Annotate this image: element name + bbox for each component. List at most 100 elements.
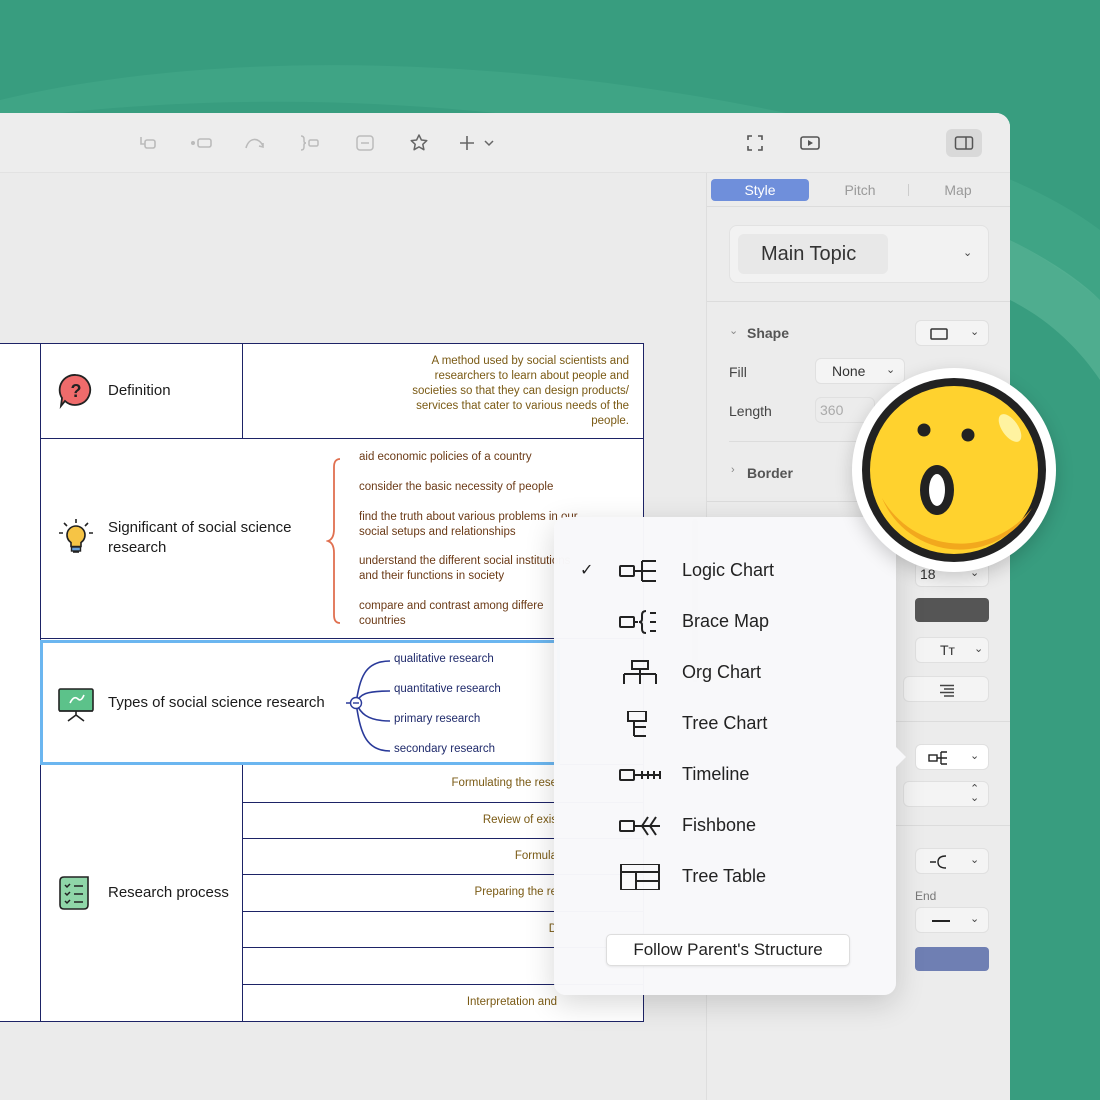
structure-menu: ✓ Logic Chart Brace Map Org Chart Tree C… <box>554 517 906 995</box>
line-end-select[interactable]: ⌄ <box>915 907 989 933</box>
topic-significant[interactable]: Significant of social science research <box>108 518 291 558</box>
logic-connector <box>346 660 391 752</box>
menu-item-label: Timeline <box>682 764 750 784</box>
topic-types[interactable]: Types of social science research <box>108 694 325 711</box>
menu-item-brace-map[interactable]: Brace Map <box>554 601 896 641</box>
chevron-right-icon[interactable]: › <box>731 464 735 476</box>
align-right-button[interactable] <box>903 676 989 702</box>
brace-connector <box>326 458 341 624</box>
tab-style[interactable]: Style <box>711 179 809 201</box>
structure-select[interactable]: ⌄ <box>915 744 989 770</box>
subtopic-secondary[interactable]: secondary research <box>394 743 495 755</box>
tree-table: ? Definition A method used by social sci… <box>0 343 644 1022</box>
popup-arrow <box>894 745 906 769</box>
topic-research-process[interactable]: Research process <box>108 884 229 901</box>
note-line: countries <box>359 615 406 627</box>
chevron-down-icon: ⌄ <box>970 750 980 762</box>
table-divider <box>242 343 243 439</box>
tab-map[interactable]: Map <box>909 179 1007 201</box>
topic-style-select[interactable]: Main Topic ⌄ <box>729 225 989 283</box>
topic-style-value: Main Topic <box>738 234 888 274</box>
align-right-icon <box>940 684 954 697</box>
branch-style-select[interactable]: ⌄ <box>915 848 989 874</box>
fishbone-icon <box>619 816 660 836</box>
menu-item-tree-chart[interactable]: Tree Chart <box>554 703 896 743</box>
subtopic-qualitative[interactable]: qualitative research <box>394 653 494 665</box>
spacing-stepper[interactable]: ⌃ ⌄ <box>903 781 989 807</box>
fullscreen-icon[interactable] <box>740 129 770 157</box>
list-item[interactable]: D <box>300 922 557 937</box>
menu-item-label: Logic Chart <box>682 560 775 580</box>
definition-note[interactable]: A method used by social scientists and r… <box>300 354 629 429</box>
topic-icon[interactable] <box>133 129 163 157</box>
org-chart-icon <box>623 660 657 684</box>
note-line: social setups and relationships <box>359 526 516 538</box>
tab-pitch[interactable]: Pitch <box>811 179 909 201</box>
note-line: researchers to learn about people and <box>434 370 629 382</box>
add-icon[interactable] <box>456 129 500 157</box>
lightbulb-icon <box>59 519 93 553</box>
menu-item-fishbone[interactable]: Fishbone <box>554 805 896 845</box>
menu-item-tree-table[interactable]: Tree Table <box>554 856 896 896</box>
list-item[interactable]: Interpretation and <box>300 995 557 1010</box>
chevron-down-icon: ⌄ <box>963 247 973 259</box>
list-item[interactable]: Review of exis <box>300 813 557 828</box>
relationship-icon[interactable] <box>240 129 270 157</box>
list-item[interactable]: Formulating the rese <box>300 776 557 791</box>
line-end-icon <box>932 920 950 922</box>
list-item[interactable]: Formula <box>300 849 557 864</box>
stepper-icon: ⌃ ⌄ <box>970 783 980 804</box>
summary-icon[interactable] <box>294 129 324 157</box>
timeline-icon <box>619 769 661 781</box>
note-line: and their functions in society <box>359 570 505 582</box>
length-value: 360 <box>820 402 844 418</box>
text-case-select[interactable]: Tт ⌄ <box>915 637 989 663</box>
panel-toggle-icon[interactable] <box>946 129 982 157</box>
chevron-down-icon[interactable]: ⌄ <box>729 324 738 337</box>
note-line: compare and contrast among differe <box>359 600 544 612</box>
surprised-face-icon <box>862 378 1046 562</box>
subtopic-icon[interactable] <box>187 129 217 157</box>
note-line: consider the basic necessity of people <box>359 481 554 493</box>
menu-item-org-chart[interactable]: Org Chart <box>554 652 896 692</box>
note-line: societies so that they can design produc… <box>412 385 629 397</box>
border-section-label: Border <box>747 465 793 481</box>
follow-parent-structure-button[interactable]: Follow Parent's Structure <box>606 934 850 966</box>
text-color-swatch[interactable] <box>915 598 989 622</box>
text-case-icon: Tт <box>940 642 955 658</box>
subtopic-primary[interactable]: primary research <box>394 713 480 725</box>
list-item[interactable]: find the truth about various problems in… <box>359 510 578 540</box>
list-item[interactable]: understand the different social institut… <box>359 554 570 584</box>
divider <box>707 206 1010 207</box>
list-item[interactable]: Preparing the re <box>300 885 557 900</box>
panel-tabs: Style Pitch Map <box>711 179 1007 201</box>
tree-table-icon <box>620 864 660 890</box>
chevron-down-icon: ⌄ <box>970 854 980 866</box>
tree-chart-icon <box>627 711 647 737</box>
brace-map-icon <box>619 610 656 634</box>
menu-item-label: Fishbone <box>682 815 757 835</box>
menu-item-logic-chart[interactable]: ✓ Logic Chart <box>554 550 896 590</box>
list-item[interactable]: compare and contrast among differe count… <box>359 599 544 629</box>
fill-label: Fill <box>729 364 747 380</box>
boundary-icon[interactable] <box>350 129 380 157</box>
surprised-emoji-sticker <box>852 368 1056 572</box>
subtopic-quantitative[interactable]: quantitative research <box>394 683 501 695</box>
list-item[interactable]: aid economic policies of a country <box>359 450 532 465</box>
list-item[interactable]: consider the basic necessity of people <box>359 480 553 495</box>
check-icon: ✓ <box>580 562 594 579</box>
divider <box>707 301 1010 302</box>
chevron-down-icon: ⌄ <box>970 326 980 338</box>
length-label: Length <box>729 403 772 419</box>
shape-section-label: Shape <box>747 325 790 341</box>
logic-chart-icon <box>619 560 656 582</box>
end-label: End <box>915 889 937 903</box>
star-icon[interactable] <box>404 129 434 157</box>
line-color-swatch[interactable] <box>915 947 989 971</box>
checklist-icon <box>59 876 89 910</box>
menu-item-timeline[interactable]: Timeline <box>554 754 896 794</box>
shape-select[interactable]: ⌄ <box>915 320 989 346</box>
play-icon[interactable] <box>795 129 825 157</box>
note-line: people. <box>591 415 629 427</box>
topic-definition[interactable]: Definition <box>108 382 171 399</box>
